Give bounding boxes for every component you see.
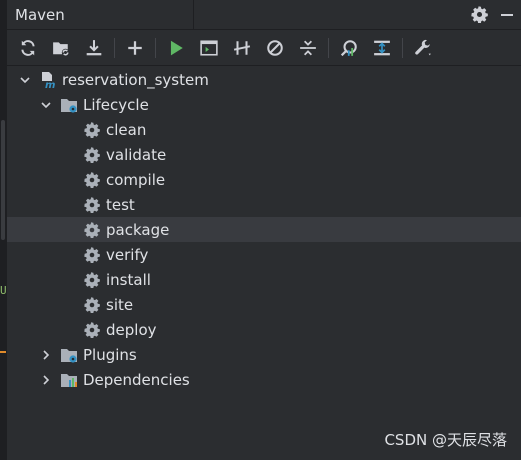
goal-label: verify [106, 245, 149, 264]
toolbar-separator [155, 37, 156, 58]
skip-tests-icon[interactable] [260, 33, 290, 63]
generate-sources-icon[interactable] [46, 33, 76, 63]
collapse-all-icon[interactable] [293, 33, 323, 63]
watermark: CSDN @天辰尽落 [384, 431, 507, 449]
chevron-down-icon[interactable] [17, 72, 33, 88]
gutter-marker: U [0, 284, 7, 297]
project-label: reservation_system [62, 70, 209, 89]
gear-icon [83, 246, 101, 264]
tree-item-goal[interactable]: deploy [7, 317, 521, 342]
svg-text:m: m [45, 80, 55, 89]
run-maven-build-icon[interactable] [161, 33, 191, 63]
analyze-dependencies-icon[interactable] [334, 33, 364, 63]
goal-label: package [106, 220, 170, 239]
chevron-right-icon[interactable] [38, 347, 54, 363]
tree-item-dependencies[interactable]: Dependencies [7, 367, 521, 392]
lifecycle-folder-icon [60, 96, 78, 114]
tree-item-goal[interactable]: install [7, 267, 521, 292]
tree-item-goal[interactable]: validate [7, 142, 521, 167]
dependencies-folder-icon [60, 371, 78, 389]
tree-item-lifecycle[interactable]: Lifecycle [7, 92, 521, 117]
lifecycle-label: Lifecycle [83, 95, 149, 114]
tree-item-goal[interactable]: compile [7, 167, 521, 192]
gear-icon [83, 171, 101, 189]
gear-icon [83, 271, 101, 289]
tree-item-goal-selected[interactable]: package [7, 217, 521, 242]
editor-scrollbar[interactable] [1, 120, 5, 240]
gear-icon[interactable] [465, 1, 493, 29]
maven-tool-window: Maven m reservation_system Lifecycle cle… [7, 0, 521, 460]
gear-icon [83, 321, 101, 339]
editor-gutter: U [0, 0, 7, 460]
toggle-offline-mode-icon[interactable] [227, 33, 257, 63]
execute-maven-goal-icon[interactable] [194, 33, 224, 63]
goal-label: install [106, 270, 151, 289]
tree-item-project[interactable]: m reservation_system [7, 67, 521, 92]
tool-window-title: Maven [7, 0, 194, 30]
tree-item-goal[interactable]: verify [7, 242, 521, 267]
tool-window-header: Maven [7, 0, 521, 30]
goal-label: site [106, 295, 134, 314]
maven-project-icon: m [39, 71, 57, 89]
reload-all-projects-icon[interactable] [13, 33, 43, 63]
gutter-change-marker [0, 351, 6, 353]
show-dependencies-icon[interactable] [367, 33, 397, 63]
maven-projects-tree: m reservation_system Lifecycle clean val… [7, 67, 521, 392]
gear-icon [83, 296, 101, 314]
plugins-folder-icon [60, 346, 78, 364]
tree-item-goal[interactable]: test [7, 192, 521, 217]
add-maven-project-icon[interactable] [120, 33, 150, 63]
download-sources-icon[interactable] [79, 33, 109, 63]
minimize-icon[interactable] [493, 1, 521, 29]
goal-label: deploy [106, 320, 157, 339]
toolbar-separator [328, 37, 329, 58]
chevron-down-icon[interactable] [38, 97, 54, 113]
tree-item-plugins[interactable]: Plugins [7, 342, 521, 367]
plugins-label: Plugins [83, 345, 137, 364]
gear-icon [83, 121, 101, 139]
tree-item-goal[interactable]: clean [7, 117, 521, 142]
goal-label: clean [106, 120, 147, 139]
goal-label: compile [106, 170, 166, 189]
gear-icon [83, 196, 101, 214]
goal-label: validate [106, 145, 167, 164]
chevron-right-icon[interactable] [38, 372, 54, 388]
tree-item-goal[interactable]: site [7, 292, 521, 317]
toolbar-separator [114, 37, 115, 58]
build-tool-settings-icon[interactable] [408, 33, 438, 63]
dependencies-label: Dependencies [83, 370, 190, 389]
gear-icon [83, 221, 101, 239]
goal-label: test [106, 195, 135, 214]
maven-toolbar [7, 30, 521, 66]
toolbar-separator [402, 37, 403, 58]
gear-icon [83, 146, 101, 164]
